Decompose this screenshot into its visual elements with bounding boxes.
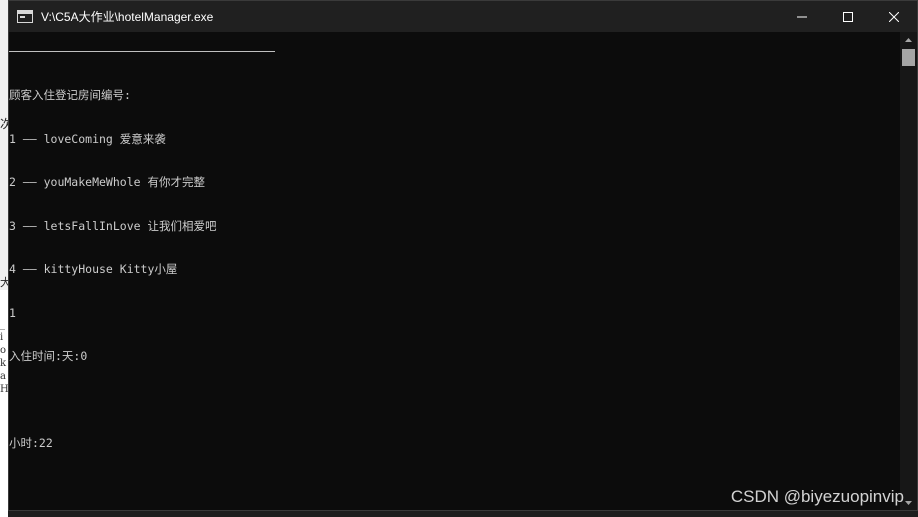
scroll-up-button[interactable] (900, 32, 917, 47)
scroll-thumb[interactable] (902, 49, 915, 66)
console-line: 1 —— loveComing 爱意来袭 (9, 131, 166, 146)
console-line: 小时:22 (9, 436, 53, 450)
console-app-icon (17, 10, 33, 23)
console-line: 3 —— letsFallInLove 让我们相爱吧 (9, 218, 217, 233)
watermark: CSDN @biyezuopinvip (730, 487, 904, 506)
window-title: V:\C5A大作业\hotelManager.exe (41, 10, 214, 24)
chevron-down-icon (905, 500, 912, 505)
background-window: 次 大 _ i o k a H (0, 0, 8, 517)
maximize-button[interactable] (825, 1, 871, 32)
console-line: 4 —— kittyHouse Kitty小屋 (9, 262, 178, 276)
close-button[interactable] (871, 1, 917, 32)
window-controls (779, 1, 917, 32)
minimize-icon (797, 16, 807, 17)
maximize-icon (843, 11, 853, 22)
console-line: 1 (9, 305, 16, 320)
console-window[interactable]: V:\C5A大作业\hotelManager.exe 顾客入住登记房间编号: 1… (8, 0, 918, 511)
vertical-scrollbar[interactable] (900, 32, 917, 510)
console-line: 顾客入住登记房间编号: (9, 88, 131, 102)
console-line: 2 —— youMakeMeWhole 有你才完整 (9, 175, 205, 189)
background-window-glyphs: _ i o k a H (0, 319, 8, 395)
title-bar[interactable]: V:\C5A大作业\hotelManager.exe (9, 1, 917, 32)
background-window-text: 大 (0, 276, 8, 289)
close-icon (889, 11, 899, 22)
background-window-text: 次 (0, 117, 8, 131)
separator-line (9, 51, 275, 52)
minimize-button[interactable] (779, 1, 825, 32)
console-text: 顾客入住登记房间编号: 1 —— loveComing 爱意来袭 2 —— yo… (9, 59, 216, 480)
console-output[interactable]: 顾客入住登记房间编号: 1 —— loveComing 爱意来袭 2 —— yo… (9, 32, 893, 510)
chevron-up-icon (905, 37, 912, 42)
console-line: 入住时间:天:0 (9, 349, 88, 363)
